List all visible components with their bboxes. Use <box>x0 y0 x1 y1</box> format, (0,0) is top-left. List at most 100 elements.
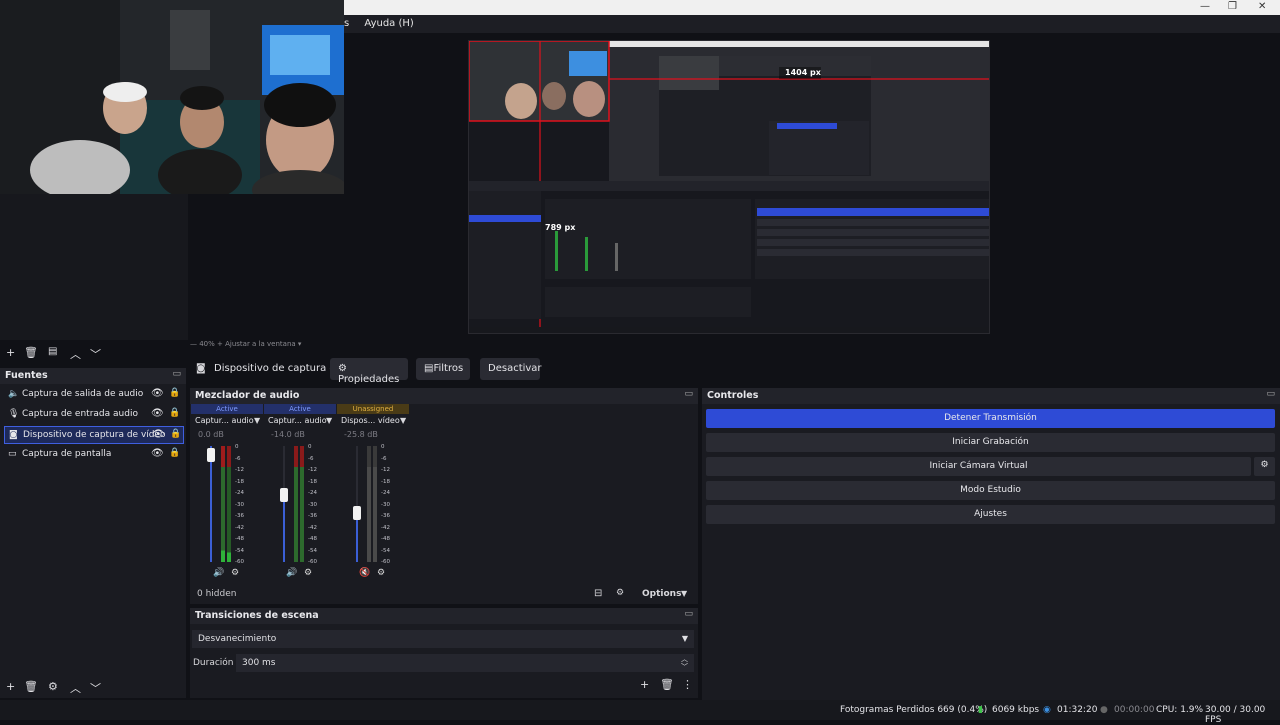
volume-track[interactable] <box>283 496 285 562</box>
preview-canvas[interactable]: 1404 px 789 px <box>468 40 990 334</box>
filters-button[interactable]: ▤Filtros <box>416 358 470 380</box>
controls-title: Controles <box>707 390 759 401</box>
preview-left-panel <box>0 194 188 340</box>
filter-icon[interactable]: ▤ <box>48 346 57 357</box>
stream-time: 01:32:20 <box>1057 705 1098 715</box>
minimize-button[interactable]: — <box>1200 1 1210 12</box>
deactivate-button[interactable]: Desactivar <box>480 358 542 380</box>
channel-name: Captur... audio <box>268 416 327 425</box>
signal-icon: ▮ <box>978 705 983 715</box>
panel-menu-icon[interactable]: ▭ <box>684 609 693 619</box>
options-button[interactable]: Options <box>642 589 681 599</box>
volume-fader-knob[interactable] <box>207 448 215 462</box>
lock-icon[interactable]: 🔒 <box>170 429 181 439</box>
move-down-icon[interactable]: ﹀ <box>90 680 101 696</box>
close-button[interactable]: ✕ <box>1258 1 1266 12</box>
source-item-video-capture[interactable]: ◙ Dispositivo de captura de vídeo 👁 🔒 <box>4 426 184 444</box>
add-icon[interactable]: + <box>6 346 15 359</box>
volume-fader-knob[interactable] <box>280 488 288 502</box>
level-meter <box>221 446 225 562</box>
settings-icon[interactable]: ⚙ <box>304 568 312 578</box>
duration-value: 300 ms <box>242 658 276 668</box>
controls-header: Controles ▭ <box>702 388 1280 404</box>
nested-preview-image <box>469 41 989 333</box>
record-time: 00:00:00 <box>1114 705 1155 715</box>
mixer-header: Mezclador de audio ▭ <box>190 388 698 404</box>
gear-icon[interactable]: ⚙ <box>48 680 58 693</box>
zoom-bar[interactable]: — 40% + Ajustar a la ventana ▾ <box>190 340 790 352</box>
visibility-eye-icon[interactable]: 👁 <box>152 429 165 440</box>
channel-status: Active <box>264 404 336 414</box>
chevron-down-icon[interactable]: ▼ <box>254 416 260 425</box>
mixer-channel: Active Captur... audio ▼ 0.0 dB 0 -6 -12 -1… <box>191 404 263 580</box>
gear-icon: ⚙ <box>338 363 347 374</box>
move-down-icon[interactable]: ﹀ <box>90 346 101 362</box>
sources-panel-header: Fuentes ▭ <box>0 368 186 384</box>
settings-button[interactable]: Ajustes <box>706 505 1275 524</box>
move-up-icon[interactable]: ︿ <box>70 680 81 696</box>
level-meter <box>373 446 377 562</box>
stop-streaming-button[interactable]: Detener Transmisión <box>706 409 1275 428</box>
level-meter <box>300 446 304 562</box>
source-label: Dispositivo de captura de vídeo <box>23 430 166 440</box>
muted-speaker-icon[interactable]: 🔇 <box>359 568 370 578</box>
channel-db: -25.8 dB <box>344 430 378 439</box>
layout-icon[interactable]: ⊟ <box>594 588 602 599</box>
maximize-button[interactable]: ❐ <box>1228 1 1237 12</box>
transitions-title: Transiciones de escena <box>195 610 319 621</box>
settings-icon[interactable]: ⚙ <box>377 568 385 578</box>
menu-item-partial[interactable]: s <box>344 18 349 29</box>
source-item-audio-input[interactable]: 🎙 Captura de entrada audio 👁 🔒 <box>4 406 184 424</box>
trash-icon[interactable]: 🗑 <box>24 680 38 693</box>
speaker-icon[interactable]: 🔊 <box>213 568 224 578</box>
chevron-down-icon[interactable]: ▼ <box>400 416 406 425</box>
add-icon[interactable]: + <box>640 678 649 691</box>
duration-input[interactable]: 300 ms ︿ ﹀ <box>236 654 694 672</box>
visibility-eye-icon[interactable]: 👁 <box>151 408 164 419</box>
studio-mode-button[interactable]: Modo Estudio <box>706 481 1275 500</box>
lock-icon[interactable]: 🔒 <box>169 448 180 458</box>
status-bar: Fotogramas Perdidos 669 (0.4%) ▮ 6069 kb… <box>0 700 1280 725</box>
filters-label: Filtros <box>433 363 464 374</box>
stepper-down-icon[interactable]: ﹀ <box>681 662 688 672</box>
trash-icon[interactable]: 🗑 <box>660 678 674 691</box>
speaker-icon: 🔈 <box>8 389 20 399</box>
properties-button[interactable]: ⚙ Propiedades <box>330 358 408 385</box>
duration-label: Duración <box>193 658 234 668</box>
chevron-down-icon[interactable]: ▼ <box>681 589 687 598</box>
db-scale: 0 -6 -12 -18 -24 -30 -36 -42 -48 -54 -60 <box>308 444 317 565</box>
level-meter <box>367 446 371 562</box>
lock-icon[interactable]: 🔒 <box>169 408 180 418</box>
mixer-settings-icon[interactable]: ⚙ <box>616 588 624 598</box>
start-virtual-camera-button[interactable]: Iniciar Cámara Virtual <box>706 457 1251 476</box>
visibility-eye-icon[interactable]: 👁 <box>151 448 164 459</box>
more-icon[interactable]: ⋮ <box>682 678 693 691</box>
source-label: Captura de salida de audio <box>22 389 144 399</box>
trash-icon[interactable]: 🗑 <box>24 346 38 359</box>
hidden-count: 0 hidden <box>197 589 237 599</box>
zoom-controls[interactable]: — 40% + Ajustar a la ventana ▾ <box>190 340 301 348</box>
webcam-feed <box>0 0 344 194</box>
transition-select[interactable]: Desvanecimiento ▼ <box>192 630 694 648</box>
source-item-screen-capture[interactable]: ▭ Captura de pantalla 👁 🔒 <box>4 446 184 464</box>
move-up-icon[interactable]: ︿ <box>70 346 81 362</box>
panel-menu-icon[interactable]: ▭ <box>1266 389 1275 399</box>
volume-track[interactable] <box>356 516 358 562</box>
menu-item-help[interactable]: Ayuda (H) <box>364 18 413 29</box>
volume-fader-knob[interactable] <box>353 506 361 520</box>
add-icon[interactable]: + <box>6 680 15 693</box>
visibility-eye-icon[interactable]: 👁 <box>151 388 164 399</box>
speaker-icon[interactable]: 🔊 <box>286 568 297 578</box>
channel-db: -14.0 dB <box>271 430 305 439</box>
volume-track[interactable] <box>210 446 212 562</box>
source-label: Captura de entrada audio <box>22 409 138 419</box>
start-recording-button[interactable]: Iniciar Grabación <box>706 433 1275 452</box>
properties-label: Propiedades <box>338 374 400 385</box>
panel-menu-icon[interactable]: ▭ <box>684 389 693 399</box>
virtual-camera-settings-button[interactable]: ⚙ <box>1254 457 1275 476</box>
panel-menu-icon[interactable]: ▭ <box>172 369 181 379</box>
settings-icon[interactable]: ⚙ <box>231 568 239 578</box>
chevron-down-icon[interactable]: ▼ <box>326 416 332 425</box>
lock-icon[interactable]: 🔒 <box>169 388 180 398</box>
source-item-audio-output[interactable]: 🔈 Captura de salida de audio 👁 🔒 <box>4 386 184 404</box>
